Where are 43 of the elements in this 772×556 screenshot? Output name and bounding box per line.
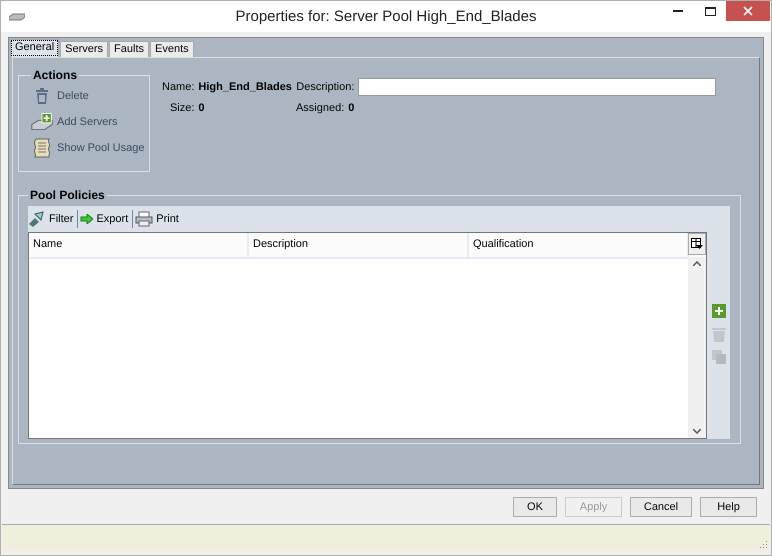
field-label: Description: <box>296 81 354 93</box>
toolbar-button[interactable]: Print <box>135 210 183 228</box>
close-button[interactable] <box>726 1 770 21</box>
action-link[interactable]: Add Servers <box>31 110 149 134</box>
column-header[interactable]: Name <box>29 233 249 257</box>
tab[interactable]: Events <box>150 41 194 57</box>
arrow-icon <box>80 214 94 224</box>
close-icon <box>743 6 753 16</box>
section-title: Pool Policies <box>29 188 106 202</box>
dialog-button[interactable]: Cancel <box>630 497 692 517</box>
window-title: Properties for: Server Pool High_End_Blades <box>236 8 536 25</box>
scroll-icon <box>32 137 52 159</box>
scroll-down-icon[interactable] <box>693 429 701 434</box>
name-value: High_End_Blades <box>198 81 292 93</box>
maximize-icon <box>704 6 716 16</box>
resize-grip-icon[interactable] <box>759 540 768 549</box>
column-chooser-button[interactable] <box>688 233 706 255</box>
size-value: 0 <box>198 102 206 114</box>
server-add-icon <box>31 111 53 133</box>
tab[interactable]: General <box>10 39 60 57</box>
column-header[interactable]: Description <box>249 233 469 257</box>
scrollbar[interactable] <box>688 257 706 438</box>
printer-icon <box>135 211 154 227</box>
toolbar-button[interactable]: Export <box>80 210 134 228</box>
dialog-button[interactable]: OK <box>513 497 557 517</box>
section-title: Actions <box>32 68 78 82</box>
scroll-up-icon[interactable] <box>693 261 701 266</box>
description-field[interactable] <box>358 78 716 96</box>
trash-icon <box>33 87 51 105</box>
toolbar-button[interactable]: Filter <box>28 210 78 228</box>
minimize-icon <box>673 10 683 12</box>
assigned-value: 0 <box>348 102 354 114</box>
tab[interactable]: Servers <box>60 41 108 57</box>
table-menu-icon <box>691 238 703 250</box>
field-label: Size: <box>168 102 194 114</box>
dialog-button[interactable]: Help <box>700 497 757 517</box>
server-icon <box>9 13 25 21</box>
action-link[interactable]: Show Pool Usage <box>31 136 149 160</box>
field-label: Assigned: <box>296 102 344 114</box>
add-icon[interactable] <box>712 304 726 318</box>
action-link[interactable]: Delete <box>31 84 149 108</box>
tab[interactable]: Faults <box>109 41 150 57</box>
field-label: Name: <box>162 81 194 93</box>
